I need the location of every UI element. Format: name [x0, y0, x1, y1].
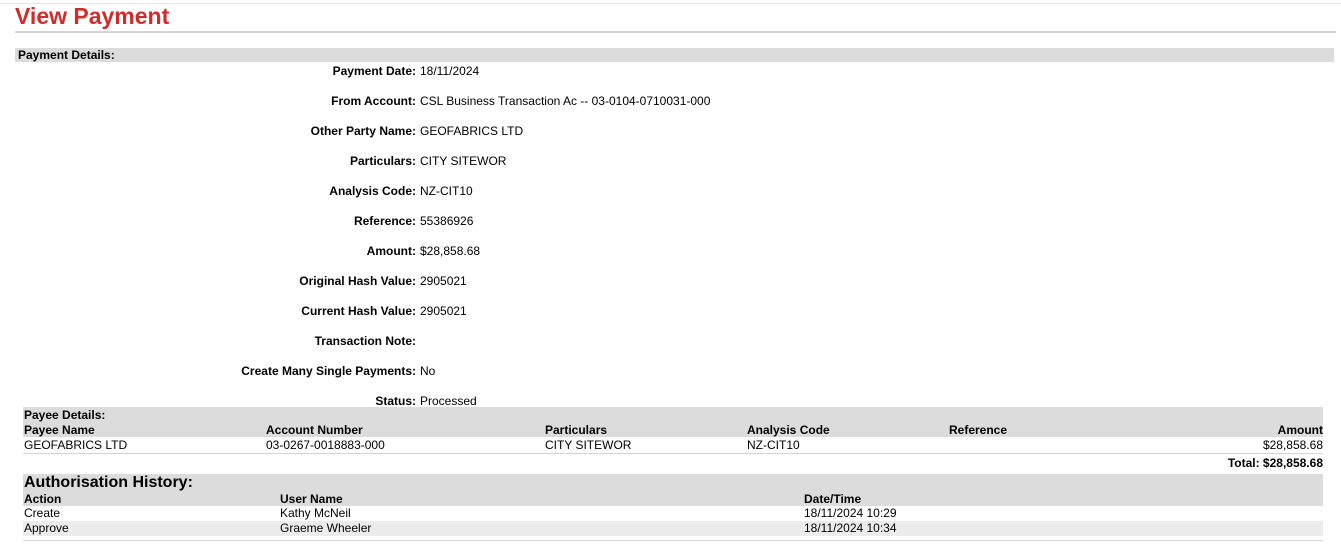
detail-row-payment-date: Payment Date: 18/11/2024 — [0, 63, 1000, 79]
cell-account-number: 03-0267-0018883-000 — [266, 438, 385, 452]
cell-date-time: 18/11/2024 10:34 — [804, 521, 897, 535]
detail-label: Particulars: — [349, 154, 416, 168]
detail-label: Original Hash Value: — [299, 274, 416, 288]
detail-row-original-hash: Original Hash Value: 2905021 — [0, 273, 1000, 289]
detail-label: Current Hash Value: — [301, 304, 416, 318]
page-title: View Payment — [15, 3, 170, 29]
cell-user-name: Graeme Wheeler — [280, 521, 372, 535]
col-header-action: Action — [24, 492, 62, 506]
detail-value: 2905021 — [420, 304, 467, 318]
cell-action: Create — [24, 506, 61, 520]
auth-table-header: Authorisation History: Action User Name … — [23, 474, 1323, 506]
detail-value: No — [420, 364, 436, 378]
col-header-particulars: Particulars — [545, 423, 608, 437]
detail-row-from-account: From Account: CSL Business Transaction A… — [0, 93, 1000, 109]
cell-amount: $28,858.68 — [1262, 438, 1323, 452]
cell-payee-name: GEOFABRICS LTD — [24, 438, 128, 452]
col-header-amount: Amount — [1277, 423, 1323, 437]
detail-label: Transaction Note: — [314, 334, 416, 348]
detail-label: Analysis Code: — [329, 184, 416, 198]
detail-label: Other Party Name: — [310, 124, 416, 138]
detail-value: NZ-CIT10 — [420, 184, 473, 198]
detail-row-current-hash: Current Hash Value: 2905021 — [0, 303, 1000, 319]
col-header-account-number: Account Number — [266, 423, 363, 437]
bottom-divider — [23, 540, 1323, 541]
payee-details-heading: Payee Details: — [24, 408, 106, 422]
table-row: Approve Graeme Wheeler 18/11/2024 10:34 — [23, 521, 1323, 536]
detail-row-create-many-single: Create Many Single Payments: No — [0, 363, 1000, 379]
detail-row-amount: Amount: $28,858.68 — [0, 243, 1000, 259]
payee-total: Total: $28,858.68 — [1227, 456, 1323, 470]
detail-row-particulars: Particulars: CITY SITEWOR — [0, 153, 1000, 169]
payee-details-table: Payee Details: Payee Name Account Number… — [23, 407, 1323, 472]
cell-analysis-code: NZ-CIT10 — [747, 438, 800, 452]
cell-particulars: CITY SITEWOR — [545, 438, 632, 452]
payment-details-heading: Payment Details: — [15, 48, 1334, 62]
detail-value: 55386926 — [420, 214, 474, 228]
detail-row-other-party-name: Other Party Name: GEOFABRICS LTD — [0, 123, 1000, 139]
detail-value: $28,858.68 — [420, 244, 481, 258]
detail-label: From Account: — [331, 94, 416, 108]
total-row: Total: $28,858.68 — [23, 454, 1323, 472]
detail-value: 18/11/2024 — [420, 64, 480, 78]
detail-value: 2905021 — [420, 274, 467, 288]
detail-value: CSL Business Transaction Ac -- 03-0104-0… — [420, 94, 711, 108]
col-header-date-time: Date/Time — [804, 492, 862, 506]
top-divider — [0, 3, 1341, 4]
cell-date-time: 18/11/2024 10:29 — [804, 506, 897, 520]
cell-user-name: Kathy McNeil — [280, 506, 351, 520]
cell-action: Approve — [24, 521, 69, 535]
col-header-reference: Reference — [949, 423, 1008, 437]
detail-value: CITY SITEWOR — [420, 154, 507, 168]
col-header-user-name: User Name — [280, 492, 343, 506]
payee-table-header: Payee Details: Payee Name Account Number… — [23, 407, 1323, 437]
detail-label: Amount: — [366, 244, 416, 258]
authorisation-history-heading: Authorisation History: — [24, 474, 193, 491]
table-row: GEOFABRICS LTD 03-0267-0018883-000 CITY … — [23, 437, 1323, 454]
detail-value: GEOFABRICS LTD — [420, 124, 524, 138]
col-header-analysis-code: Analysis Code — [747, 423, 830, 437]
detail-row-analysis-code: Analysis Code: NZ-CIT10 — [0, 183, 1000, 199]
col-header-payee-name: Payee Name — [24, 423, 95, 437]
authorisation-history-table: Authorisation History: Action User Name … — [23, 474, 1323, 536]
detail-row-reference: Reference: 55386926 — [0, 213, 1000, 229]
detail-label: Payment Date: — [332, 64, 416, 78]
detail-label: Create Many Single Payments: — [241, 364, 416, 378]
title-divider — [15, 31, 1336, 33]
table-row: Create Kathy McNeil 18/11/2024 10:29 — [23, 506, 1323, 521]
detail-row-transaction-note: Transaction Note: — [0, 333, 1000, 349]
detail-label: Reference: — [353, 214, 416, 228]
